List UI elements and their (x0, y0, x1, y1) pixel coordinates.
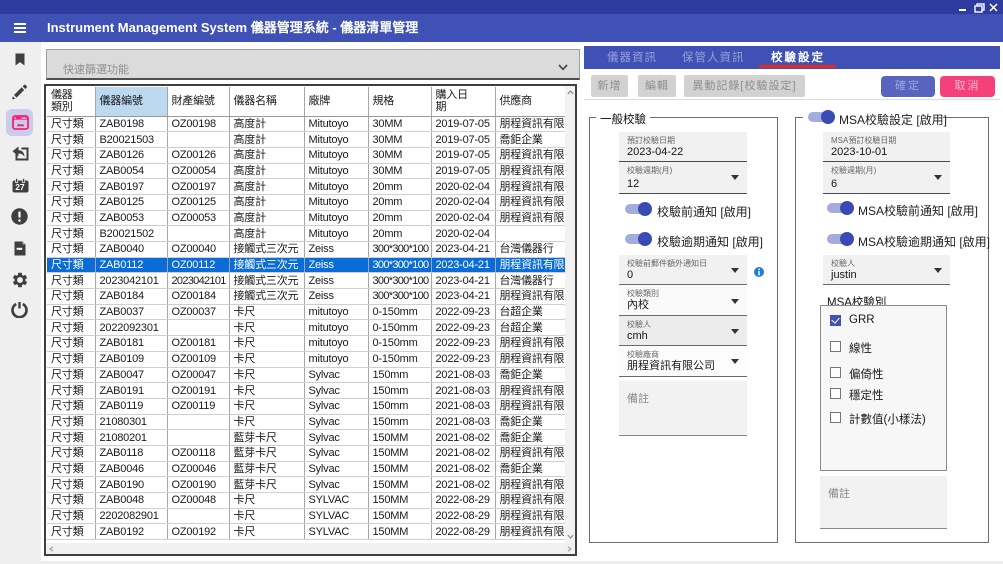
svg-text:27: 27 (15, 182, 25, 192)
